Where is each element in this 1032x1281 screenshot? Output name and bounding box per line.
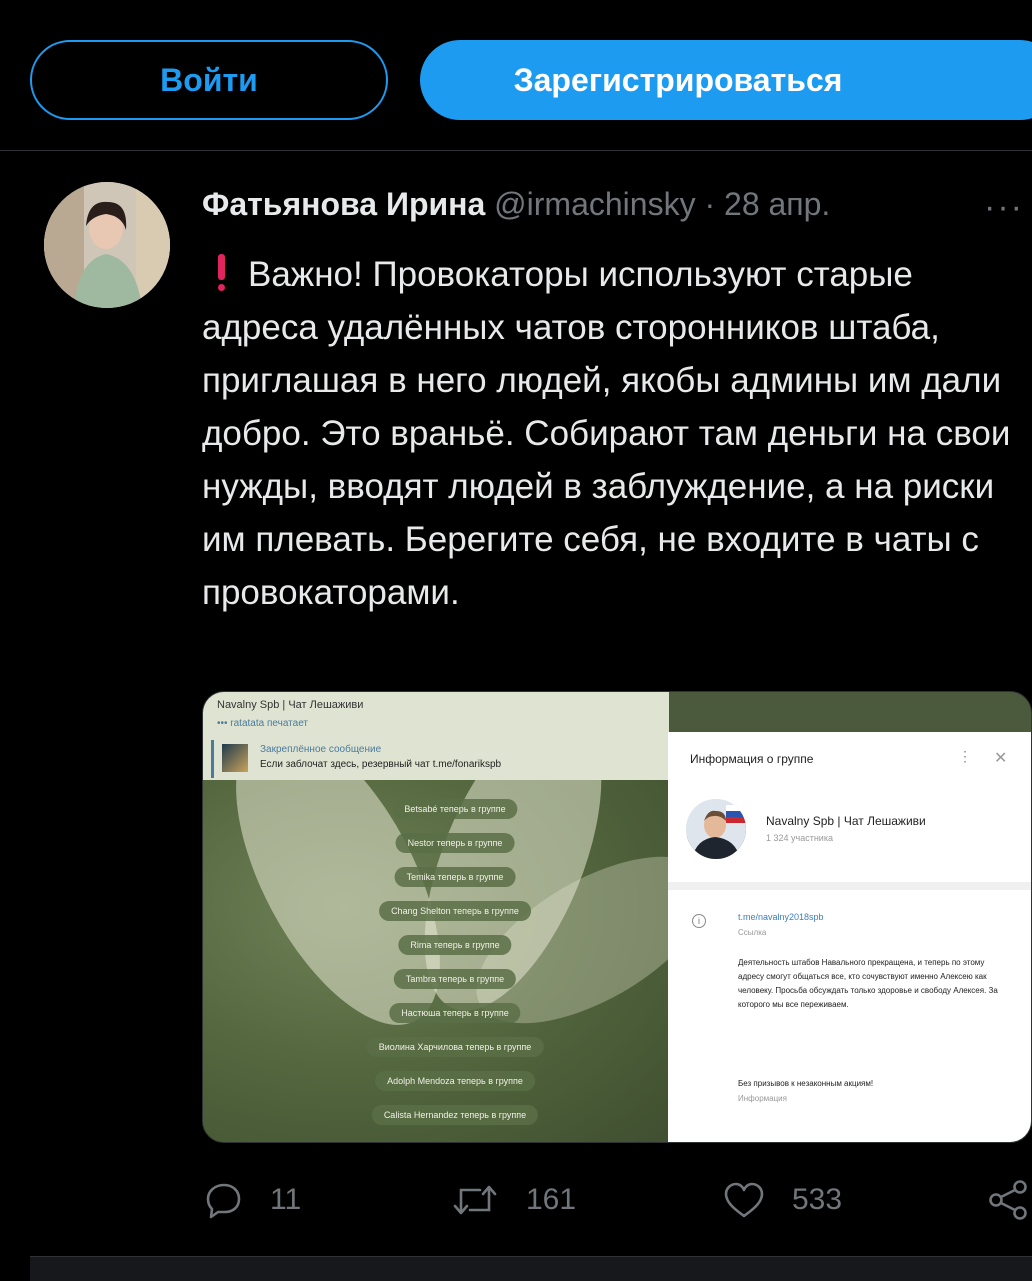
- system-message: Rima теперь в группе: [398, 935, 512, 955]
- close-icon: ✕: [994, 750, 1008, 767]
- system-message: Calista Hernandez теперь в группе: [371, 1105, 539, 1125]
- chat-title: Navalny Spb | Чат Лешаживи: [217, 699, 364, 711]
- chat-header: Navalny Spb | Чат Лешаживи ••• ratatata …: [203, 692, 669, 780]
- tweet-text: Важно! Провокаторы используют старые адр…: [202, 255, 1011, 612]
- heart-icon: [724, 1182, 764, 1218]
- author-name[interactable]: Фатьянова Ирина: [202, 186, 485, 222]
- typing-status: ••• ratatata печатает: [217, 718, 309, 729]
- author-handle[interactable]: @irmachinsky: [494, 186, 695, 222]
- like-count: 533: [792, 1183, 843, 1216]
- tweet-header: Фатьянова Ирина @irmachinsky · 28 апр.: [202, 186, 830, 223]
- menu-icon: ⋮: [958, 748, 972, 764]
- system-message: Chang Shelton теперь в группе: [379, 901, 531, 921]
- info-title: Информация о группе: [690, 752, 814, 766]
- link-caption: Ссылка: [738, 928, 767, 937]
- tweet-date[interactable]: 28 апр.: [724, 186, 830, 222]
- info-icon: i: [692, 914, 706, 928]
- tweet-body: Важно! Провокаторы используют старые адр…: [202, 248, 1022, 619]
- tweet-actions: 11 161 533: [0, 1165, 1032, 1235]
- like-button[interactable]: 533: [722, 1165, 842, 1235]
- divider: [668, 882, 1031, 890]
- system-message: Betsabé теперь в группе: [392, 799, 518, 819]
- exclamation-icon: [216, 254, 226, 291]
- system-message: Виолина Харчилова теперь в группе: [366, 1037, 544, 1057]
- group-name: Navalny Spb | Чат Лешаживи: [766, 814, 926, 828]
- system-message: Tambra теперь в группе: [393, 969, 517, 989]
- rule-caption: Информация: [738, 1094, 787, 1103]
- group-description: Деятельность штабов Навального прекращен…: [738, 958, 998, 1009]
- reply-icon: [206, 1183, 241, 1219]
- system-message: Настюша теперь в группе: [389, 1003, 521, 1023]
- signup-button[interactable]: Зарегистрироваться: [420, 40, 1032, 120]
- retweet-icon: [453, 1185, 497, 1215]
- reply-count: 11: [270, 1183, 302, 1216]
- retweet-button[interactable]: 161: [450, 1165, 576, 1235]
- group-members: 1 324 участника: [766, 833, 833, 843]
- system-message: Adolph Mendoza теперь в группе: [375, 1071, 535, 1091]
- more-icon[interactable]: ···: [984, 188, 1024, 227]
- share-icon: [989, 1180, 1027, 1220]
- avatar[interactable]: [44, 182, 170, 308]
- group-info-panel: Информация о группе ⋮ ✕ Navalny Spb | Ча…: [668, 732, 1031, 1142]
- tweet-separator: ·: [704, 186, 716, 222]
- system-message: Temika теперь в группе: [394, 867, 516, 887]
- pinned-text: Если заблочат здесь, резервный чат t.me/…: [260, 759, 502, 770]
- bottom-bar: [30, 1256, 1032, 1281]
- login-button[interactable]: Войти: [30, 40, 388, 120]
- pinned-thumbnail: [222, 744, 248, 772]
- pinned-message: Закреплённое сообщение Если заблочат зде…: [211, 740, 664, 778]
- group-avatar: [686, 799, 746, 859]
- group-link: t.me/navalny2018spb: [738, 912, 824, 922]
- reply-button[interactable]: 11: [204, 1165, 301, 1235]
- tweet-image[interactable]: Navalny Spb | Чат Лешаживи ••• ratatata …: [202, 691, 1032, 1143]
- system-message: Nestor теперь в группе: [395, 833, 515, 853]
- group-rule: Без призывов к незаконным акциям!: [738, 1079, 874, 1088]
- share-button[interactable]: [986, 1165, 1032, 1235]
- top-bar: Войти Зарегистрироваться: [0, 0, 1032, 151]
- pinned-title: Закреплённое сообщение: [260, 744, 382, 755]
- retweet-count: 161: [526, 1183, 577, 1216]
